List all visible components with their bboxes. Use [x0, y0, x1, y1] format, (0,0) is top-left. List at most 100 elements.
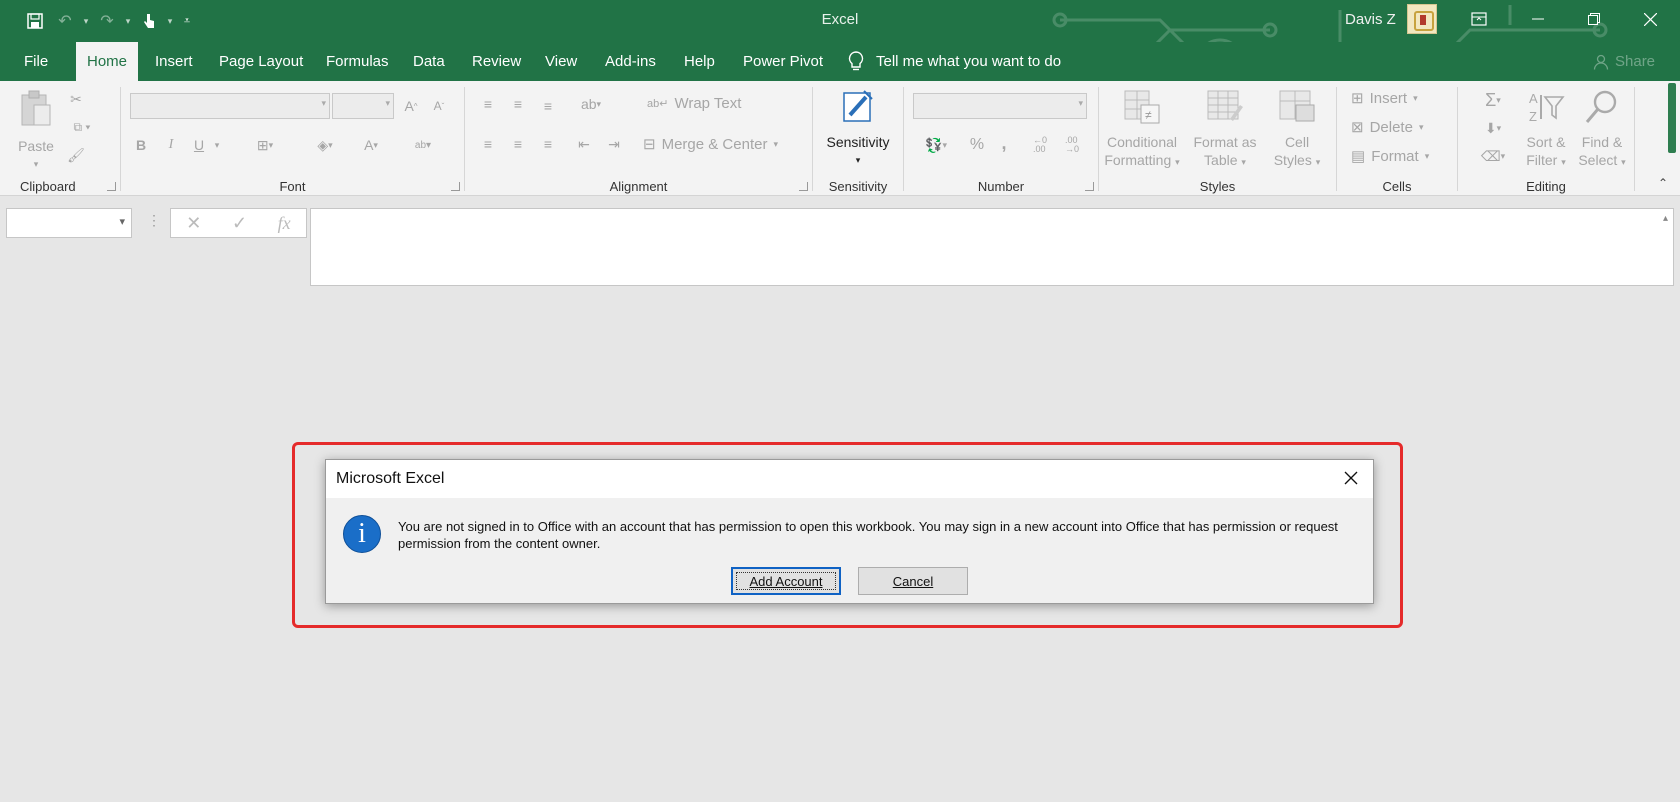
merge-center-button[interactable]: ⊟ Merge & Center ▾	[643, 135, 778, 154]
tab-data[interactable]: Data	[402, 42, 456, 81]
copy-icon[interactable]: ⧉ ▾	[64, 117, 100, 137]
delete-cells-icon: ⊠	[1351, 119, 1364, 136]
format-cells-icon: ▤	[1351, 148, 1366, 165]
restore-icon[interactable]	[1568, 0, 1620, 38]
sensitivity-button[interactable]: Sensitivity ▾	[817, 87, 899, 169]
align-right-icon[interactable]: ≡	[537, 133, 559, 155]
underline-button[interactable]: U	[189, 133, 209, 157]
paste-label: Paste	[18, 138, 54, 154]
underline-dropdown-icon[interactable]: ▾	[211, 133, 223, 157]
phonetic-guide-icon[interactable]: ab▾	[403, 133, 443, 157]
cells-group: ⊞ Insert ▾ ⊠ Delete ▾ ▤ Format ▾ Cells	[1337, 81, 1457, 196]
tell-me-search[interactable]: Tell me what you want to do	[848, 42, 1061, 81]
font-name-combo[interactable]	[130, 93, 330, 119]
comma-style-button[interactable]: ,	[996, 131, 1012, 155]
undo-icon[interactable]: ↶	[50, 6, 80, 36]
avatar[interactable]	[1407, 4, 1437, 34]
undo-dropdown-icon[interactable]: ▾	[80, 16, 92, 27]
font-color-icon[interactable]: A ▾	[351, 133, 391, 157]
customize-toolbar-icon[interactable]: ⩡	[176, 6, 198, 36]
format-as-table-label-2: Table	[1204, 152, 1238, 168]
styles-group-label: Styles	[1199, 179, 1236, 194]
collapse-formula-bar-icon[interactable]: ▴	[1663, 213, 1668, 224]
save-icon[interactable]	[20, 6, 50, 36]
conditional-formatting-button[interactable]: ≠ Conditional Formatting ▾	[1099, 89, 1185, 171]
format-dropdown-icon: ▾	[1424, 150, 1430, 161]
autosum-icon[interactable]: Σ ▾	[1472, 89, 1514, 111]
sensitivity-label: Sensitivity	[826, 134, 890, 150]
collapse-ribbon-icon[interactable]: ⌃	[1654, 175, 1672, 191]
insert-function-icon[interactable]: fx	[278, 213, 291, 234]
touch-mode-icon[interactable]	[134, 6, 164, 36]
tab-formulas[interactable]: Formulas	[315, 42, 400, 81]
tab-page-layout[interactable]: Page Layout	[208, 42, 314, 81]
touch-dropdown-icon[interactable]: ▾	[164, 16, 176, 27]
align-left-icon[interactable]: ≡	[477, 133, 499, 155]
decrease-decimal-icon[interactable]: .00 →0	[1060, 133, 1084, 157]
alignment-group: ≡ ≡ ≡ ab ▾ ab↵ Wrap Text ≡ ≡ ≡ ⇤ ⇥ ⊟ Mer…	[465, 81, 812, 196]
font-launcher-icon[interactable]	[451, 182, 460, 191]
delete-cells-button[interactable]: ⊠ Delete ▾	[1351, 118, 1423, 137]
cell-styles-button[interactable]: Cell Styles ▾	[1265, 89, 1329, 171]
number-format-combo[interactable]	[913, 93, 1087, 119]
bold-button[interactable]: B	[131, 133, 151, 157]
redo-dropdown-icon[interactable]: ▾	[122, 16, 134, 27]
add-account-label: Add Account	[749, 573, 823, 589]
find-select-button[interactable]: Find & Select ▾	[1574, 89, 1630, 171]
share-button[interactable]: Share	[1593, 42, 1655, 81]
clear-icon[interactable]: ⌫ ▾	[1472, 145, 1514, 167]
editing-group: Σ ▾ ⬇ ▾ ⌫ ▾ AZ Sort & Filter ▾ Find & Se…	[1458, 81, 1634, 196]
tab-add-ins[interactable]: Add-ins	[594, 42, 667, 81]
tab-view[interactable]: View	[534, 42, 588, 81]
middle-align-icon[interactable]: ≡	[507, 93, 529, 115]
increase-decimal-icon[interactable]: ←0.00	[1028, 133, 1052, 157]
fill-color-icon[interactable]: ◈ ▾	[305, 133, 345, 157]
sort-filter-button[interactable]: AZ Sort & Filter ▾	[1520, 89, 1572, 171]
tab-home[interactable]: Home	[76, 42, 139, 81]
formula-input[interactable]: ▴	[310, 208, 1674, 286]
tab-insert[interactable]: Insert	[144, 42, 204, 81]
bottom-align-icon[interactable]: ≡	[537, 95, 559, 117]
format-as-table-icon	[1207, 90, 1243, 121]
cancel-button[interactable]: Cancel	[858, 567, 968, 595]
cut-icon[interactable]: ✂	[64, 89, 88, 109]
fill-icon[interactable]: ⬇ ▾	[1472, 117, 1514, 139]
ribbon-display-options-icon[interactable]	[1453, 0, 1505, 38]
center-icon[interactable]: ≡	[507, 133, 529, 155]
tab-power-pivot[interactable]: Power Pivot	[732, 42, 834, 81]
decrease-font-size-icon[interactable]: Aˇ	[427, 93, 451, 119]
paste-button[interactable]: Paste ▾	[12, 89, 60, 173]
percent-style-button[interactable]: %	[966, 133, 988, 157]
tab-review[interactable]: Review	[461, 42, 532, 81]
italic-button[interactable]: I	[161, 133, 181, 157]
cancel-entry-icon[interactable]: ✕	[186, 213, 201, 234]
font-size-combo[interactable]	[332, 93, 394, 119]
borders-icon[interactable]: ⊞ ▾	[245, 133, 285, 157]
sensitivity-group-label: Sensitivity	[828, 179, 888, 194]
insert-cells-button[interactable]: ⊞ Insert ▾	[1351, 89, 1418, 108]
user-name[interactable]: Davis Z	[1345, 11, 1396, 28]
tab-help[interactable]: Help	[673, 42, 726, 81]
confirm-entry-icon[interactable]: ✓	[232, 213, 247, 234]
alignment-launcher-icon[interactable]	[799, 182, 808, 191]
dialog-close-icon[interactable]	[1337, 464, 1365, 492]
redo-icon[interactable]: ↷	[92, 6, 122, 36]
format-painter-icon[interactable]: 🖌	[64, 145, 88, 165]
format-cells-button[interactable]: ▤ Format ▾	[1351, 147, 1430, 166]
number-launcher-icon[interactable]	[1085, 182, 1094, 191]
formula-bar-resize-handle[interactable]: ⋮	[147, 212, 161, 229]
minimize-icon[interactable]	[1512, 0, 1564, 38]
close-icon[interactable]	[1624, 0, 1676, 38]
add-account-button[interactable]: Add Account	[731, 567, 841, 595]
top-align-icon[interactable]: ≡	[477, 93, 499, 115]
clipboard-launcher-icon[interactable]	[107, 182, 116, 191]
tab-file[interactable]: File	[13, 42, 59, 81]
wrap-text-button[interactable]: ab↵ Wrap Text	[647, 95, 741, 112]
format-as-table-button[interactable]: Format as Table ▾	[1189, 89, 1261, 171]
accounting-format-icon[interactable]: 💱 ▾	[914, 133, 958, 157]
decrease-indent-icon[interactable]: ⇤	[573, 133, 595, 155]
increase-font-size-icon[interactable]: A ^	[399, 93, 423, 119]
orientation-icon[interactable]: ab ▾	[573, 93, 609, 115]
name-box[interactable]	[6, 208, 132, 238]
increase-indent-icon[interactable]: ⇥	[603, 133, 625, 155]
